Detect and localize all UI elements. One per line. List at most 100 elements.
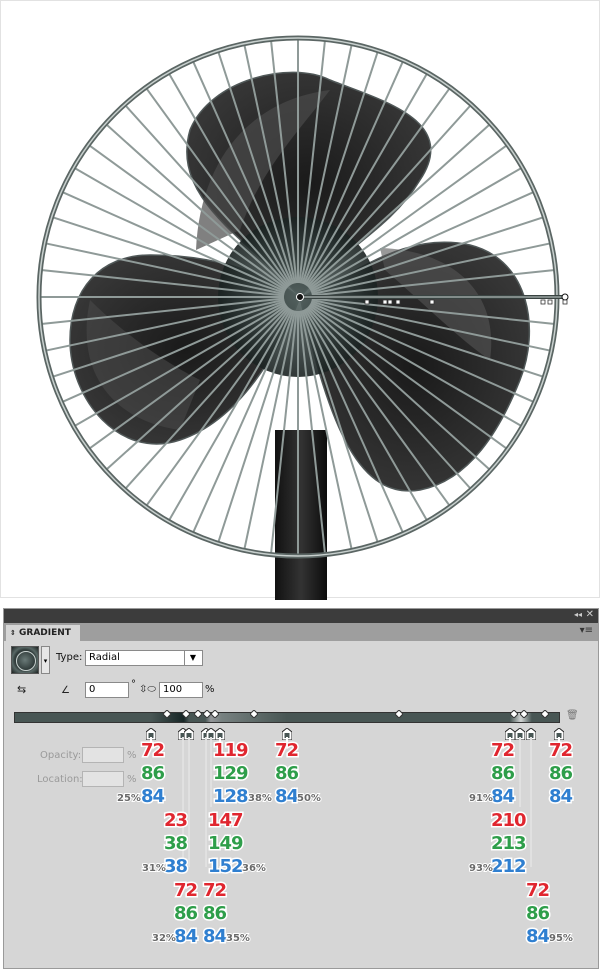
blue-value: 128 [212,786,251,807]
midpoint-diamond[interactable] [509,703,519,719]
location-percent: 38% [247,792,273,805]
annotator-stop[interactable] [382,299,388,305]
opacity-unit: % [127,750,137,761]
red-value: 72 [547,740,574,761]
blue-value: 84 [489,786,516,807]
blue-value: 84 [524,926,551,947]
tab-toggle-icon: ⇕ [10,629,16,637]
midpoint-diamond[interactable] [162,703,172,719]
annotator-end-handle[interactable] [561,293,569,301]
location-percent: 36% [241,862,267,875]
location-input[interactable] [82,771,124,787]
midpoint-diamond[interactable] [394,703,404,719]
red-value: 72 [273,740,300,761]
location-percent: 35% [225,932,251,945]
green-value: 38 [162,833,189,854]
midpoint-diamond[interactable] [249,703,259,719]
midpoint-diamond[interactable] [210,703,220,719]
type-label: Type: [56,652,83,663]
type-select[interactable]: Radial ▼ [85,650,203,666]
aspect-percent-sign: % [205,684,215,695]
midpoint-diamond[interactable] [193,703,203,719]
gradient-stop-marker[interactable] [281,725,293,741]
green-value: 86 [489,763,516,784]
annotator-stop[interactable] [547,299,553,305]
red-value: 72 [524,880,551,901]
gradient-stop-marker[interactable] [214,725,226,741]
green-value: 129 [212,763,251,784]
location-percent: 91% [468,792,494,805]
angle-input[interactable]: 0 [85,682,129,698]
artwork-canvas [0,0,600,600]
tab-gradient[interactable]: ⇕ GRADIENT [6,625,80,641]
green-value: 86 [172,903,199,924]
swatch-ring-icon [16,651,36,671]
midpoint-diamond[interactable] [540,703,550,719]
annotator-origin-handle[interactable] [296,293,304,301]
annotator-stop[interactable] [429,299,435,305]
red-value: 72 [201,880,228,901]
location-percent: 95% [548,932,574,945]
opacity-label: Opacity: [40,750,82,761]
gradient-stop-marker[interactable] [553,725,565,741]
location-percent: 31% [141,862,167,875]
annotator-stop[interactable] [562,299,568,305]
green-value: 86 [201,903,228,924]
midpoint-diamond[interactable] [181,703,191,719]
gradient-stop-marker[interactable] [514,725,526,741]
gradient-stop-marker[interactable] [504,725,516,741]
green-value: 86 [524,903,551,924]
red-value: 72 [139,740,166,761]
angle-value: 0 [89,684,96,695]
close-icon[interactable]: ✕ [586,609,594,620]
blue-value: 84 [273,786,300,807]
aspect-ratio-input[interactable]: 100 [159,682,203,698]
blue-value: 84 [172,926,199,947]
swatch-dropdown-button[interactable]: ▾ [41,646,50,674]
panel-menu-icon[interactable]: ▾≡ [580,625,593,636]
red-value: 23 [162,810,189,831]
gradient-panel: ◂◂ ✕ ⇕ GRADIENT ▾≡ ▾ Type: Radial ▼ ⇆ ∠ … [3,608,599,969]
midpoint-diamond[interactable] [202,703,212,719]
panel-titlebar: ◂◂ ✕ [4,609,598,623]
annotator-stop[interactable] [364,299,370,305]
annotator-stop[interactable] [395,299,401,305]
collapse-icon[interactable]: ◂◂ [574,610,582,619]
type-select-value: Radial [89,652,120,663]
midpoint-diamond[interactable] [519,703,529,719]
aspect-ratio-icon: ⇳⬭ [139,684,156,695]
green-value: 213 [490,833,529,854]
delete-stop-icon[interactable]: 🗑 [566,710,579,721]
blue-value: 152 [207,856,246,877]
gradient-stop-marker[interactable] [183,725,195,741]
location-percent: 25% [116,792,142,805]
degree-sign: ° [131,679,136,690]
blue-value: 38 [162,856,189,877]
location-percent: 93% [468,862,494,875]
red-value: 147 [207,810,246,831]
gradient-stop-marker[interactable] [145,725,157,741]
angle-icon: ∠ [61,685,70,696]
red-value: 72 [172,880,199,901]
chevron-down-icon: ▼ [184,651,201,665]
location-unit: % [127,774,137,785]
gradient-slider-bar[interactable] [14,712,560,723]
location-label: Location: [37,774,83,785]
gradient-preview-swatch[interactable] [11,646,39,674]
opacity-input[interactable] [82,747,124,763]
blue-value: 84 [139,786,166,807]
location-percent: 32% [151,932,177,945]
annotator-stop[interactable] [540,299,546,305]
annotator-stop[interactable] [387,299,393,305]
blue-value: 84 [201,926,228,947]
aspect-ratio-value: 100 [163,684,183,695]
green-value: 86 [547,763,574,784]
gradient-stop-marker[interactable] [525,725,537,741]
fan-pole [275,430,327,600]
red-value: 119 [212,740,251,761]
reverse-gradient-icon[interactable]: ⇆ [17,683,26,696]
green-value: 149 [207,833,246,854]
red-value: 72 [489,740,516,761]
location-percent: 50% [296,792,322,805]
panel-tab-row: ⇕ GRADIENT ▾≡ [4,623,598,641]
